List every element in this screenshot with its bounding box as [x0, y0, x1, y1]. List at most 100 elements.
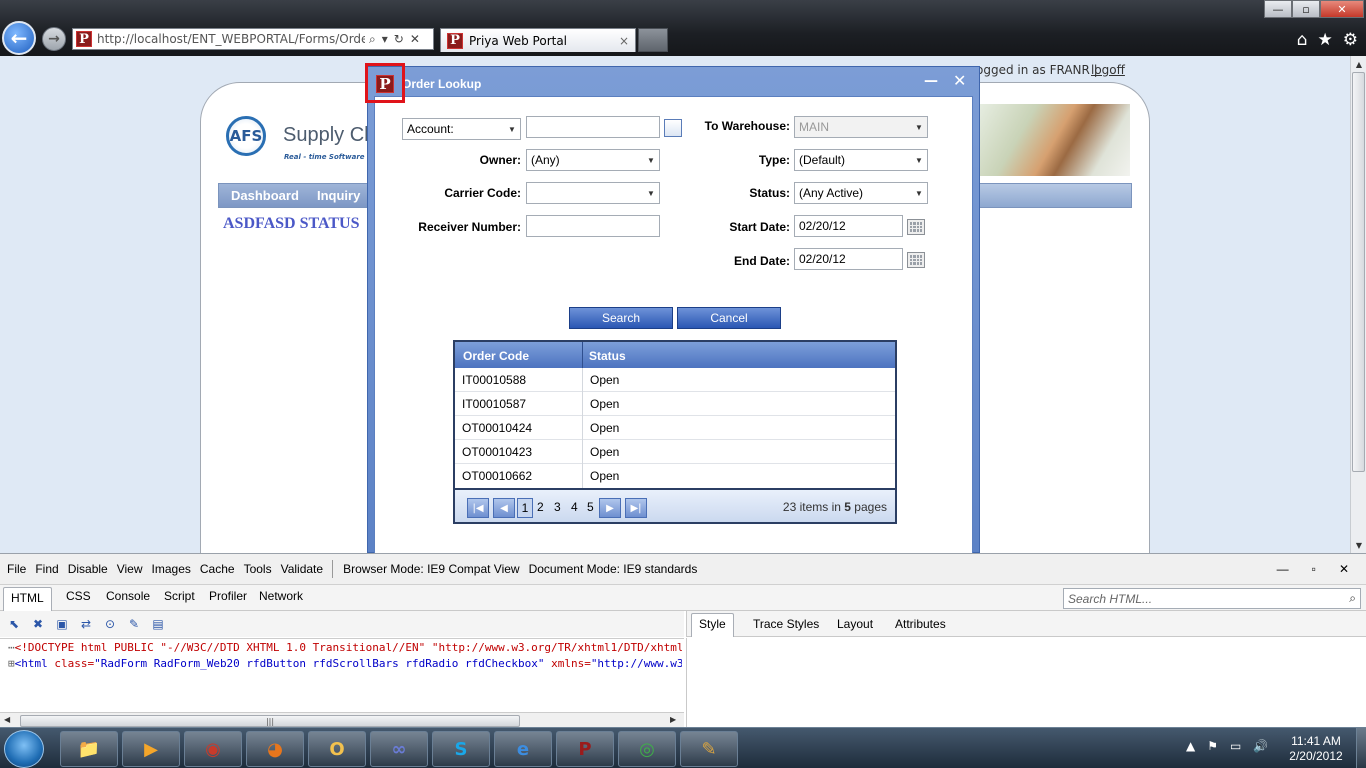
- taskbar-app-paint[interactable]: ✎: [680, 731, 738, 767]
- select-element-icon[interactable]: ⬉: [6, 616, 22, 632]
- calendar-icon[interactable]: [907, 219, 925, 235]
- address-bar[interactable]: P http://localhost/ENT_WEBPORTAL/Forms/O…: [72, 28, 434, 50]
- tab-layout[interactable]: Layout: [837, 617, 873, 631]
- source-hscrollbar[interactable]: ◀ ||| ▶: [0, 712, 684, 728]
- devtools-menu-disable[interactable]: Disable: [68, 562, 108, 576]
- devtools-menu-cache[interactable]: Cache: [200, 562, 235, 576]
- devtools-undock-icon[interactable]: ▫: [1312, 562, 1316, 576]
- show-hidden-icon[interactable]: ▲: [1186, 739, 1195, 753]
- taskbar-app-ie[interactable]: e: [494, 731, 552, 767]
- home-icon[interactable]: ⌂: [1297, 30, 1308, 50]
- devtools-menu-view[interactable]: View: [117, 562, 143, 576]
- scroll-right-icon[interactable]: ▶: [670, 715, 676, 724]
- devtools-minimize-icon[interactable]: —: [1277, 562, 1289, 576]
- carrier-code-select[interactable]: ▼: [526, 182, 660, 204]
- page-2-link[interactable]: 2: [537, 500, 544, 514]
- tab-close-icon[interactable]: ×: [619, 34, 629, 48]
- refresh-dom-icon[interactable]: ⇄: [78, 616, 94, 632]
- favorites-icon[interactable]: ★: [1318, 30, 1333, 50]
- page-4-link[interactable]: 4: [571, 500, 578, 514]
- taskbar-app-outlook[interactable]: O: [308, 731, 366, 767]
- to-warehouse-select[interactable]: MAIN ▼: [794, 116, 928, 138]
- save-icon[interactable]: ▣: [54, 616, 70, 632]
- refresh-icon[interactable]: ↻: [394, 32, 404, 47]
- page-3-link[interactable]: 3: [554, 500, 561, 514]
- dialog-close-icon[interactable]: ✕: [953, 71, 966, 90]
- table-row[interactable]: IT00010588 Open: [455, 368, 895, 392]
- start-date-input[interactable]: 02/20/12: [794, 215, 903, 237]
- column-header-order-code[interactable]: Order Code: [463, 349, 529, 363]
- prev-page-icon[interactable]: ◀: [493, 498, 515, 518]
- search-icon[interactable]: ⌕: [369, 32, 376, 47]
- taskbar-app-priya[interactable]: P: [556, 731, 614, 767]
- account-input[interactable]: [526, 116, 660, 138]
- taskbar-app-app3[interactable]: ◉: [184, 731, 242, 767]
- column-header-status[interactable]: Status: [589, 349, 626, 363]
- scroll-left-icon[interactable]: ◀: [4, 715, 10, 724]
- document-mode-menu[interactable]: Document Mode: IE9 standards: [529, 562, 698, 576]
- new-tab-button[interactable]: [638, 28, 668, 52]
- dom-view-icon[interactable]: ▤: [150, 616, 166, 632]
- status-select[interactable]: (Any Active) ▼: [794, 182, 928, 204]
- logoff-link[interactable]: logoff: [1091, 63, 1125, 77]
- tab-style[interactable]: Style: [691, 613, 734, 637]
- tab-css[interactable]: CSS: [66, 589, 91, 603]
- table-row[interactable]: IT00010587 Open: [455, 392, 895, 416]
- table-row[interactable]: OT00010424 Open: [455, 416, 895, 440]
- first-page-icon[interactable]: |◀: [467, 498, 489, 518]
- last-page-icon[interactable]: ▶|: [625, 498, 647, 518]
- taskbar-app-media[interactable]: ▶: [122, 731, 180, 767]
- forward-button[interactable]: →: [42, 27, 66, 51]
- search-icon[interactable]: ⌕: [1349, 591, 1356, 606]
- hscroll-thumb[interactable]: |||: [20, 715, 520, 727]
- source-line[interactable]: ⊞<html class="RadForm RadForm_Web20 rfdB…: [8, 657, 682, 670]
- browser-mode-menu[interactable]: Browser Mode: IE9 Compat View: [343, 562, 520, 576]
- devtools-menu-tools[interactable]: Tools: [244, 562, 272, 576]
- url-text[interactable]: http://localhost/ENT_WEBPORTAL/Forms/Ord…: [97, 32, 365, 46]
- tab-network[interactable]: Network: [259, 589, 303, 603]
- search-html-input[interactable]: Search HTML... ⌕: [1063, 588, 1361, 609]
- taskbar-app-skype[interactable]: S: [432, 731, 490, 767]
- expand-icon[interactable]: ⊞: [8, 657, 15, 670]
- minimize-window-button[interactable]: —: [1264, 0, 1292, 18]
- devtools-menu-file[interactable]: File: [7, 562, 26, 576]
- clock[interactable]: 11:41 AM 2/20/2012: [1282, 734, 1350, 764]
- restore-window-button[interactable]: ▫: [1292, 0, 1320, 18]
- page-5-link[interactable]: 5: [587, 500, 594, 514]
- network-icon[interactable]: ▭: [1230, 739, 1241, 753]
- table-row[interactable]: OT00010423 Open: [455, 440, 895, 464]
- tab-html[interactable]: HTML: [3, 587, 52, 611]
- devtools-menu-find[interactable]: Find: [35, 562, 58, 576]
- devtools-menu-validate[interactable]: Validate: [281, 562, 323, 576]
- next-page-icon[interactable]: ▶: [599, 498, 621, 518]
- action-center-icon[interactable]: ⚑: [1207, 739, 1218, 753]
- taskbar-app-chrome[interactable]: ◎: [618, 731, 676, 767]
- type-select[interactable]: (Default) ▼: [794, 149, 928, 171]
- nav-tab-inquiry[interactable]: Inquiry: [305, 184, 374, 207]
- word-wrap-icon[interactable]: ⊙: [102, 616, 118, 632]
- devtools-menu-images[interactable]: Images: [152, 562, 191, 576]
- tab-trace-styles[interactable]: Trace Styles: [753, 617, 819, 631]
- scrollbar-thumb[interactable]: [1352, 72, 1365, 472]
- tab-attributes[interactable]: Attributes: [895, 617, 946, 631]
- show-desktop-button[interactable]: [1356, 728, 1366, 768]
- calendar-icon[interactable]: [907, 252, 925, 268]
- devtools-close-icon[interactable]: ✕: [1339, 562, 1349, 576]
- nav-tab-dashboard[interactable]: Dashboard: [219, 184, 312, 207]
- close-window-button[interactable]: ✕: [1320, 0, 1364, 18]
- scroll-up-icon[interactable]: ▲: [1351, 56, 1366, 72]
- clear-icon[interactable]: ✖: [30, 616, 46, 632]
- edit-icon[interactable]: ✎: [126, 616, 142, 632]
- scroll-down-icon[interactable]: ▼: [1351, 537, 1366, 553]
- owner-select[interactable]: (Any) ▼: [526, 149, 660, 171]
- chevron-down-icon[interactable]: ▾: [382, 32, 388, 47]
- account-type-select[interactable]: Account: ▼: [402, 118, 521, 140]
- stop-icon[interactable]: ✕: [410, 32, 420, 47]
- end-date-input[interactable]: 02/20/12: [794, 248, 903, 270]
- receiver-number-input[interactable]: [526, 215, 660, 237]
- dialog-minimize-icon[interactable]: —: [924, 73, 938, 89]
- tab-profiler[interactable]: Profiler: [209, 589, 247, 603]
- page-scrollbar[interactable]: ▲ ▼: [1350, 56, 1366, 553]
- search-button[interactable]: Search: [569, 307, 673, 329]
- cancel-button[interactable]: Cancel: [677, 307, 781, 329]
